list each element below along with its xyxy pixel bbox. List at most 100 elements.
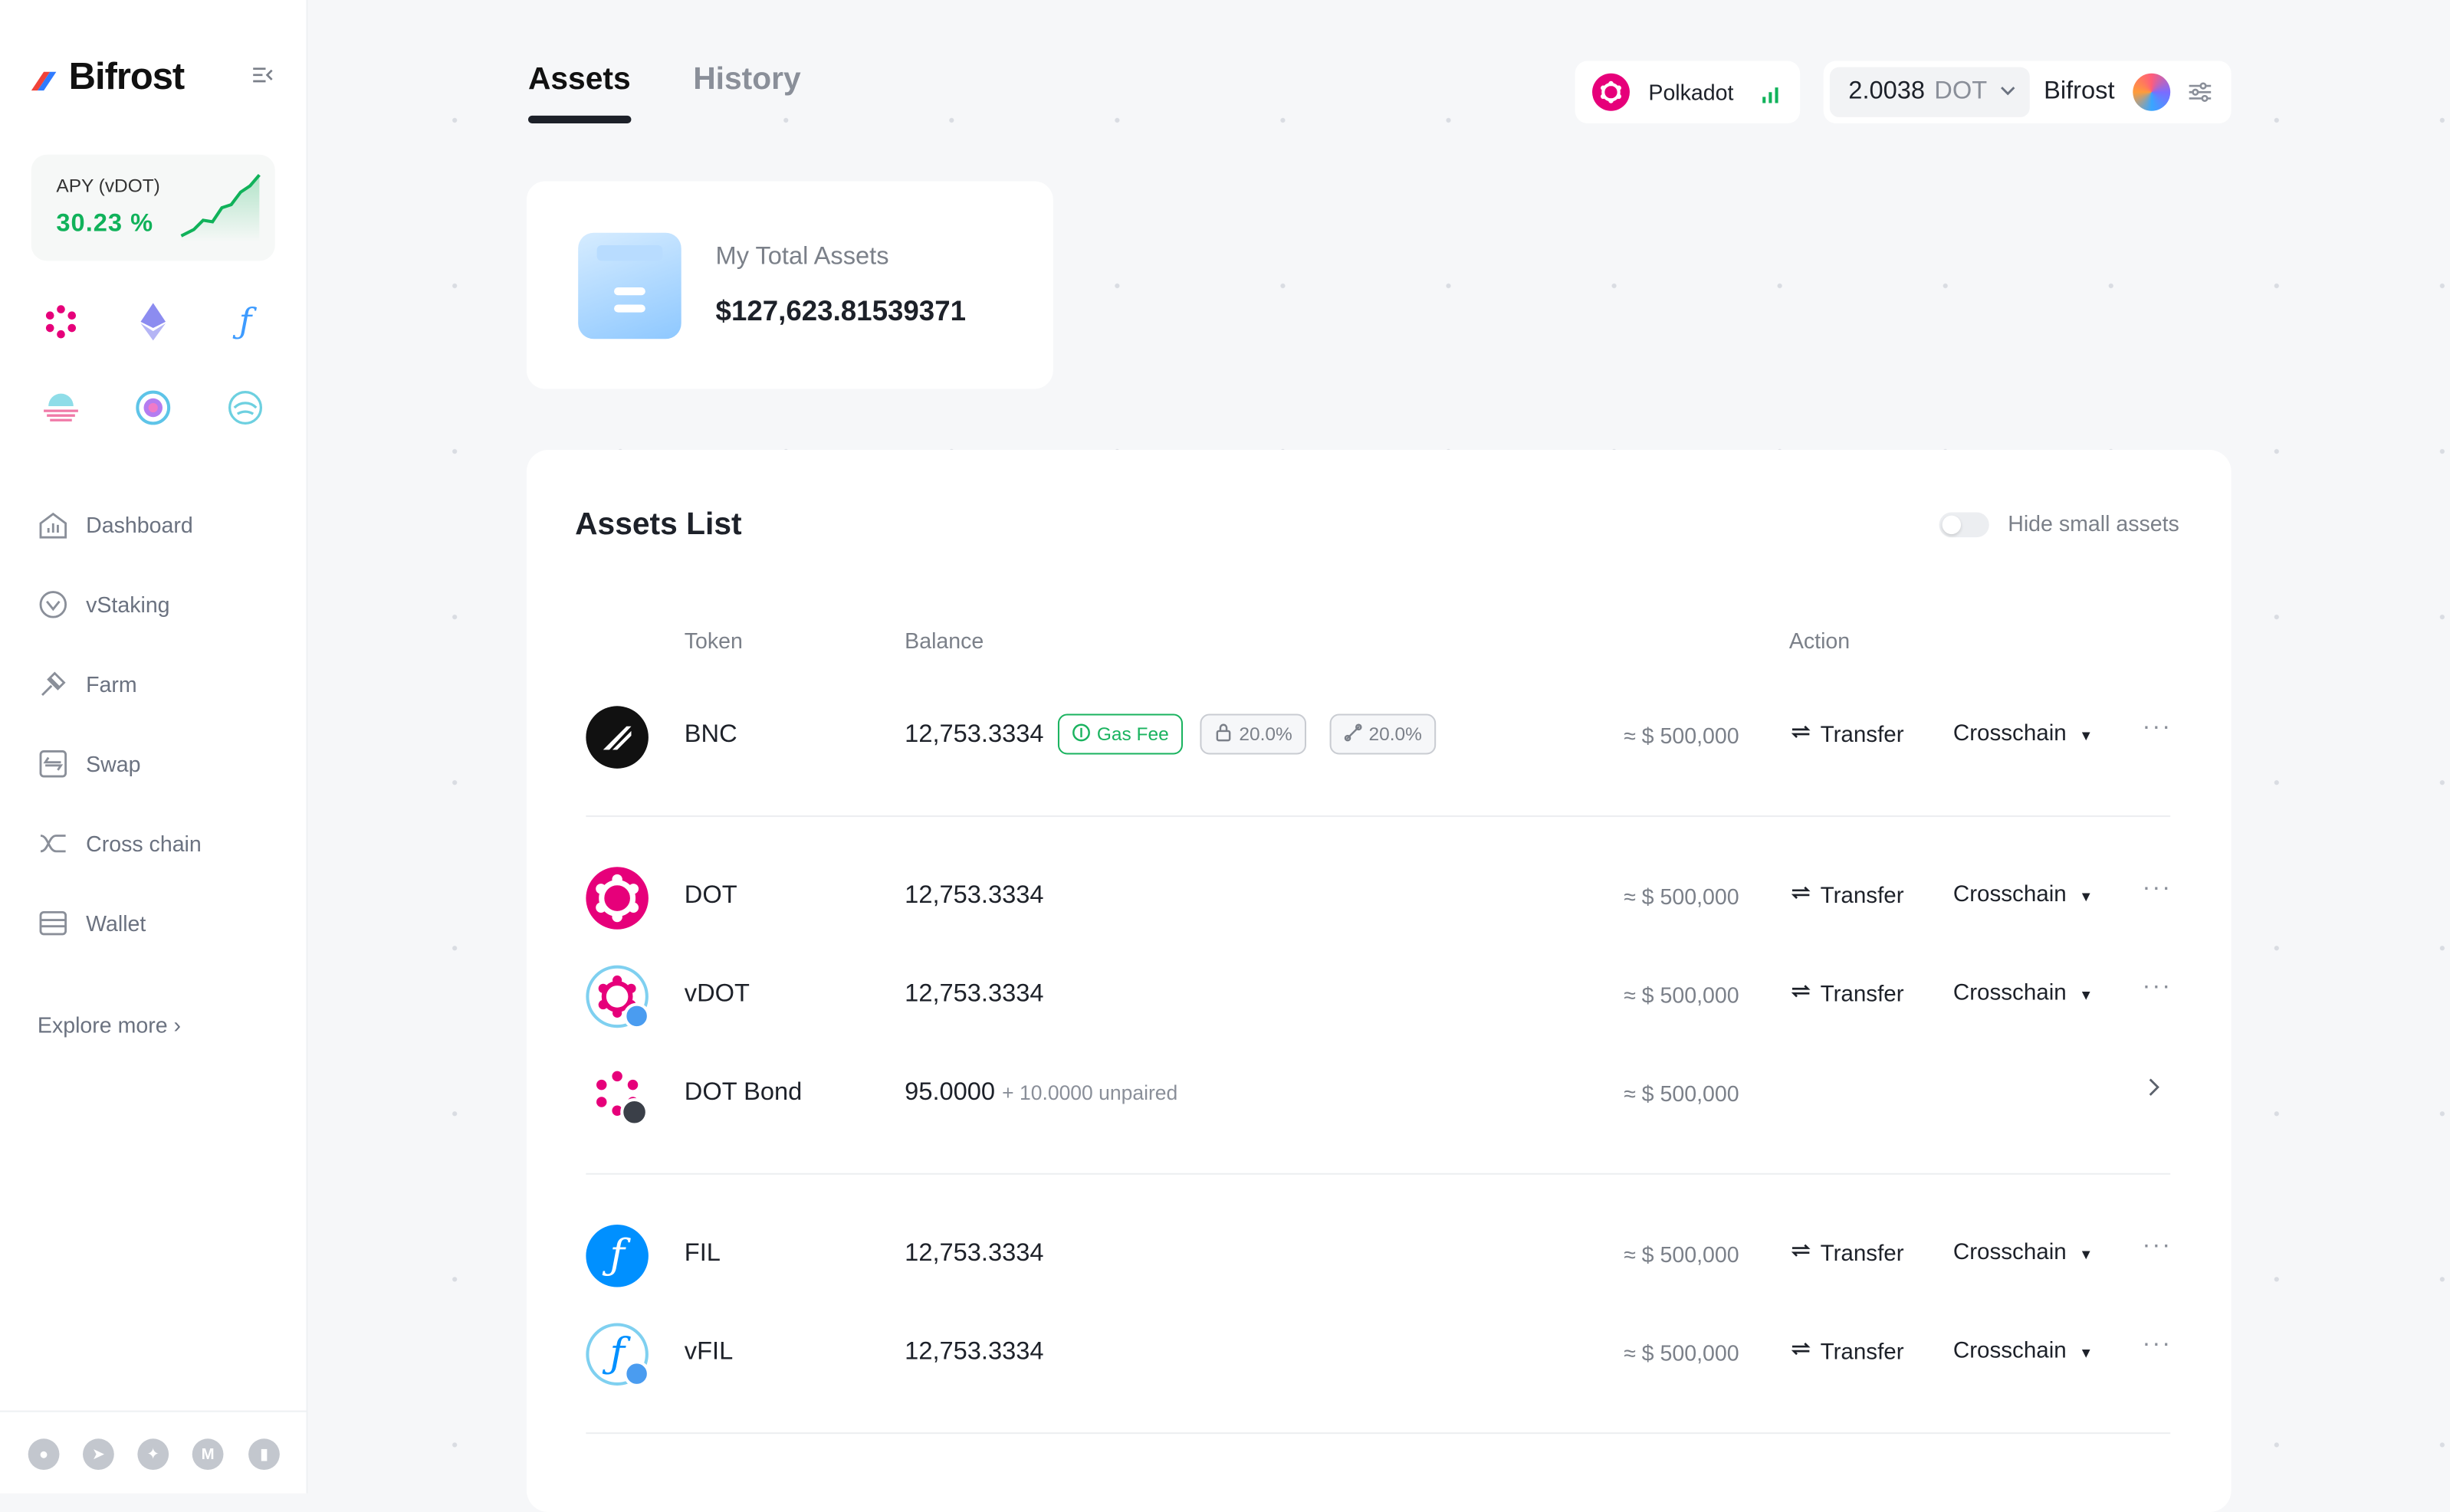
token-name: FIL [684,1240,721,1268]
app-name: Bifrost [68,56,186,99]
wallet-icon [38,907,69,938]
sidebar-nav: Dashboard vStaking Farm Swap Cross chain… [38,484,202,963]
sidebar-item-label: Swap [86,750,141,776]
sidebar-item-swap[interactable]: Swap [38,723,202,803]
polkadot-icon[interactable] [39,300,83,343]
sidebar-item-cross-chain[interactable]: Cross chain [38,803,202,883]
caret-down-icon: ▼ [2079,888,2094,905]
balance-unit: DOT [1934,77,1988,105]
chevron-down-icon [1999,78,2015,107]
wallet-box: 2.0038 DOT Bifrost [1823,61,2232,124]
table-row: vDOT 12,753.3334 ≈ $ 500,000 Transfer Cr… [586,957,2170,1035]
signal-icon [1761,83,1779,111]
caret-down-icon: ▼ [2079,727,2094,744]
token-name: vFIL [684,1338,734,1366]
more-options-icon[interactable]: ··· [2143,1232,2172,1261]
crosschain-dropdown[interactable]: Crosschain ▼ [1953,883,2093,908]
caret-down-icon: ▼ [2079,987,2094,1003]
clock-icon [620,1097,649,1127]
balance-value: 2.0038 [1848,77,1926,105]
more-options-icon[interactable]: ··· [2143,714,2172,743]
transfer-label: Transfer [1820,722,1904,748]
more-options-icon[interactable]: ··· [2143,874,2172,903]
total-assets-label: My Total Assets [715,243,889,271]
sidebar-item-vstaking[interactable]: vStaking [38,564,202,644]
hide-small-assets-toggle[interactable] [1939,512,1989,538]
network-selector[interactable]: Polkadot [1575,61,1801,124]
column-header-token: Token [684,628,743,654]
transfer-icon [1791,1240,1811,1267]
vdot-token-icon [586,965,650,1030]
crosschain-dropdown[interactable]: Crosschain ▼ [1953,981,2093,1006]
balance-selector[interactable]: 2.0038 DOT [1829,67,2030,117]
transfer-icon [1791,1339,1811,1366]
sidebar-item-dashboard[interactable]: Dashboard [38,484,202,564]
link-percent-value: 20.0% [1368,723,1422,746]
token-usd-value: ≈ $ 500,000 [1624,1340,1739,1366]
table-row[interactable]: DOT Bond 95.0000 + 10.0000 unpaired ≈ $ … [586,1056,2170,1134]
swap-icon [38,747,69,779]
token-name: vDOT [684,981,750,1008]
sidebar-item-farm[interactable]: Farm [38,644,202,723]
sidebar-item-wallet[interactable]: Wallet [38,883,202,963]
collapse-sidebar-icon[interactable] [250,63,275,88]
tab-history[interactable]: History [693,63,800,120]
apy-sparkline-icon [180,173,261,242]
table-row: BNC 12,753.3334 Gas Fee 20.0% 20.0% ≈ $ … [586,698,2170,776]
filecoin-icon[interactable]: ƒ [223,300,267,343]
column-header-action: Action [1788,628,1851,654]
crosschain-label: Crosschain [1952,721,2067,747]
transfer-label: Transfer [1820,883,1904,909]
token-balance: 95.0000 [905,1079,996,1107]
column-header-balance: Balance [905,628,984,654]
moonbeam-icon[interactable] [39,385,83,429]
transfer-icon [1791,981,1811,1008]
assets-list-title: Assets List [575,507,742,543]
apy-label: APY (vDOT) [56,175,160,197]
transfer-button[interactable]: Transfer [1791,1240,1904,1267]
ethereum-icon[interactable] [131,300,175,343]
token-balance: 12,753.3334 [905,882,1044,910]
assets-list-card: Assets List Hide small assets Token Bala… [526,450,2232,1512]
token-name: BNC [684,721,737,749]
table-row: ƒ vFIL 12,753.3334 ≈ $ 500,000 Transfer … [586,1315,2170,1393]
cross-chain-icon [38,827,69,858]
dot-token-icon [586,867,649,930]
transfer-button[interactable]: Transfer [1791,1339,1904,1366]
transfer-icon [1791,883,1811,910]
tab-assets[interactable]: Assets [527,63,631,124]
logo[interactable]: Bifrost [31,56,186,100]
token-usd-value: ≈ $ 500,000 [1624,1081,1739,1107]
more-options-icon[interactable]: ··· [2143,973,2172,1002]
chevron-right-icon[interactable] [2146,1076,2161,1104]
total-assets-value: $127,623.81539371 [715,295,967,327]
lock-icon [1214,723,1233,746]
fil-token-icon: ƒ [586,1225,649,1287]
crosschain-dropdown[interactable]: Crosschain ▼ [1953,1240,2093,1265]
more-options-icon[interactable]: ··· [2143,1331,2172,1359]
unpaired-amount: + 10.0000 unpaired [1002,1081,1178,1105]
astar-icon[interactable] [131,385,175,429]
token-usd-value: ≈ $ 500,000 [1624,723,1739,749]
gas-fee-badge: Gas Fee [1057,713,1184,755]
transfer-button[interactable]: Transfer [1791,883,1904,910]
transfer-button[interactable]: Transfer [1791,981,1904,1008]
social-links: ● ➤ ✦ M ▮ [0,1410,307,1494]
apy-card[interactable]: APY (vDOT) 30.23 % [31,154,275,261]
account-name[interactable]: Bifrost [2044,78,2114,107]
transfer-icon [1791,722,1811,749]
kusama-icon[interactable] [223,385,267,429]
caret-down-icon: ▼ [2079,1344,2094,1361]
settings-sliders-icon[interactable] [2188,80,2213,113]
crosschain-dropdown[interactable]: Crosschain ▼ [1953,722,2093,747]
crosschain-dropdown[interactable]: Crosschain ▼ [1953,1339,2093,1364]
avatar[interactable] [2133,73,2171,111]
explore-more-link[interactable]: Explore more › [38,1012,181,1038]
table-row: DOT 12,753.3334 ≈ $ 500,000 Transfer Cro… [586,859,2170,937]
caret-down-icon: ▼ [2079,1246,2094,1262]
token-name: DOT Bond [684,1079,803,1107]
total-assets-card: My Total Assets $127,623.81539371 [526,181,1053,389]
transfer-button[interactable]: Transfer [1791,722,1904,749]
network-name: Polkadot [1648,79,1734,105]
divider [586,1432,2171,1435]
